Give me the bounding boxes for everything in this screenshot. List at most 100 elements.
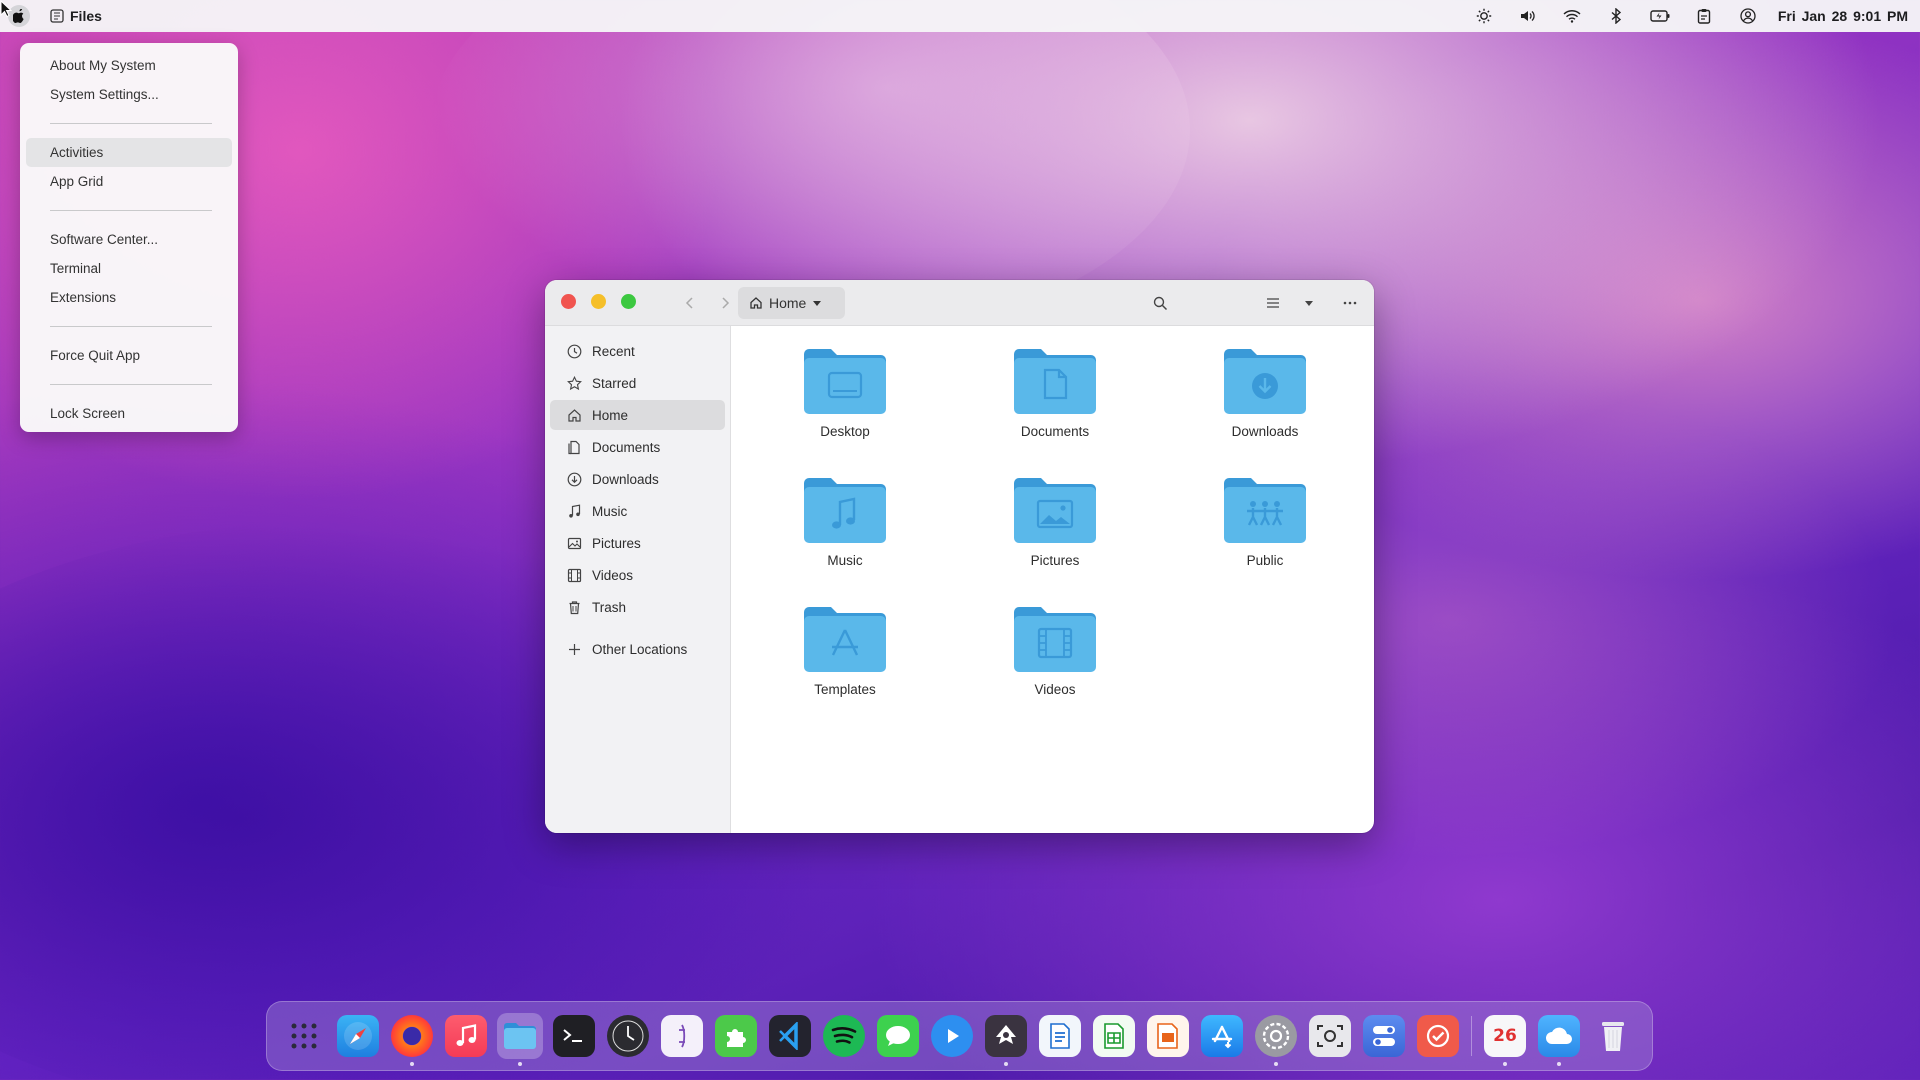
trash-icon bbox=[1602, 1022, 1624, 1051]
battery-icon[interactable] bbox=[1638, 0, 1682, 32]
list-view-button[interactable] bbox=[1258, 289, 1288, 317]
camera-icon bbox=[1317, 1025, 1343, 1047]
dock-app-store[interactable] bbox=[1201, 1015, 1243, 1057]
dock-text-editor[interactable] bbox=[661, 1015, 703, 1057]
sidebar-item-label: Trash bbox=[592, 599, 627, 615]
code-editor-icon bbox=[779, 1022, 798, 1050]
gear-icon bbox=[1262, 1022, 1290, 1050]
dock-tweaks[interactable] bbox=[1363, 1015, 1405, 1057]
more-menu-button[interactable] bbox=[1335, 289, 1365, 317]
desktop-folder-icon bbox=[804, 349, 886, 414]
menu-item-about[interactable]: About My System bbox=[26, 51, 232, 80]
dock-safari[interactable] bbox=[337, 1015, 379, 1057]
dock-calc[interactable] bbox=[1093, 1015, 1135, 1057]
dock-extensions[interactable] bbox=[715, 1015, 757, 1057]
sidebar-item-starred[interactable]: Starred bbox=[550, 368, 725, 398]
sidebar-item-documents[interactable]: Documents bbox=[550, 432, 725, 462]
back-button[interactable] bbox=[677, 291, 703, 315]
dock-files[interactable] bbox=[497, 1013, 543, 1066]
dock-calendar[interactable]: 26 bbox=[1484, 1015, 1526, 1066]
menu-item-lock-screen[interactable]: Lock Screen bbox=[26, 399, 232, 428]
sidebar-item-home[interactable]: Home bbox=[550, 400, 725, 430]
dock-terminal[interactable] bbox=[553, 1015, 595, 1057]
folder-downloads[interactable]: Downloads bbox=[1195, 346, 1335, 439]
sidebar-item-other-locations[interactable]: Other Locations bbox=[550, 634, 725, 664]
app-store-icon bbox=[1211, 1025, 1233, 1049]
view-options-button[interactable] bbox=[1294, 289, 1324, 317]
plus-icon bbox=[566, 641, 582, 657]
maximize-button[interactable] bbox=[621, 294, 636, 309]
sidebar-item-label: Starred bbox=[592, 375, 637, 391]
wifi-icon[interactable] bbox=[1550, 0, 1594, 32]
folder-desktop[interactable]: Desktop bbox=[775, 346, 915, 439]
dock-video-player[interactable] bbox=[931, 1015, 973, 1057]
volume-icon[interactable] bbox=[1506, 0, 1550, 32]
home-icon bbox=[566, 407, 582, 423]
dock-separator bbox=[1471, 1016, 1472, 1056]
active-app-menu[interactable]: Files bbox=[50, 8, 102, 24]
dock-system-settings[interactable] bbox=[1255, 1015, 1297, 1066]
title-bar[interactable]: Home bbox=[545, 280, 1374, 326]
dock-impress[interactable] bbox=[1147, 1015, 1189, 1057]
sidebar-item-pictures[interactable]: Pictures bbox=[550, 528, 725, 558]
sidebar-item-label: Downloads bbox=[592, 471, 659, 487]
brightness-icon[interactable] bbox=[1462, 0, 1506, 32]
dock-app-grid[interactable] bbox=[283, 1015, 325, 1057]
path-bar-home[interactable]: Home bbox=[738, 287, 845, 319]
files-window: Home Recent Starred Home Documents Downl… bbox=[545, 280, 1374, 833]
dock-clock[interactable] bbox=[607, 1015, 649, 1057]
clock[interactable]: Fri Jan 28 9:01 PM bbox=[1778, 8, 1908, 24]
folder-documents[interactable]: Documents bbox=[985, 346, 1125, 439]
menu-item-system-settings[interactable]: System Settings... bbox=[26, 80, 232, 109]
menu-item-app-grid[interactable]: App Grid bbox=[26, 167, 232, 196]
search-button[interactable] bbox=[1145, 289, 1175, 317]
sidebar-item-label: Recent bbox=[592, 343, 635, 359]
documents-folder-icon bbox=[1014, 349, 1096, 414]
top-bar: Files Fri Jan 28 9:01 PM bbox=[0, 0, 1920, 32]
sidebar-item-downloads[interactable]: Downloads bbox=[550, 464, 725, 494]
folder-pictures[interactable]: Pictures bbox=[985, 475, 1125, 568]
dock-music[interactable] bbox=[445, 1015, 487, 1057]
close-button[interactable] bbox=[561, 294, 576, 309]
sidebar-item-music[interactable]: Music bbox=[550, 496, 725, 526]
menu-item-activities[interactable]: Activities bbox=[26, 138, 232, 167]
sidebar-item-videos[interactable]: Videos bbox=[550, 560, 725, 590]
caret-down-icon bbox=[1305, 301, 1313, 306]
menu-item-force-quit[interactable]: Force Quit App bbox=[26, 341, 232, 370]
menu-item-terminal[interactable]: Terminal bbox=[26, 254, 232, 283]
inkscape-icon bbox=[996, 1025, 1016, 1044]
sidebar-item-label: Videos bbox=[592, 567, 634, 583]
active-app-name: Files bbox=[70, 8, 102, 24]
dock-screenshot[interactable] bbox=[1309, 1015, 1351, 1057]
dock-firefox[interactable] bbox=[391, 1015, 433, 1066]
folder-videos[interactable]: Videos bbox=[985, 604, 1125, 697]
minimize-button[interactable] bbox=[591, 294, 606, 309]
user-icon[interactable] bbox=[1726, 0, 1770, 32]
dock-writer[interactable] bbox=[1039, 1015, 1081, 1057]
public-folder-icon bbox=[1224, 478, 1306, 543]
document-icon bbox=[566, 439, 582, 455]
caret-down-icon bbox=[813, 301, 822, 306]
folder-music[interactable]: Music bbox=[775, 475, 915, 568]
folder-templates[interactable]: Templates bbox=[775, 604, 915, 697]
menu-item-extensions[interactable]: Extensions bbox=[26, 283, 232, 312]
sidebar-item-trash[interactable]: Trash bbox=[550, 592, 725, 622]
dock-weather[interactable] bbox=[1538, 1015, 1580, 1066]
mouse-cursor-icon bbox=[0, 0, 12, 18]
sidebar-item-recent[interactable]: Recent bbox=[550, 336, 725, 366]
dock-spotify[interactable] bbox=[823, 1015, 865, 1057]
folder-label: Documents bbox=[1020, 424, 1090, 439]
trash-icon bbox=[566, 599, 582, 615]
dock-tasks[interactable] bbox=[1417, 1015, 1459, 1057]
calendar-day: 26 bbox=[1493, 1026, 1517, 1046]
menu-item-software-center[interactable]: Software Center... bbox=[26, 225, 232, 254]
dock-inkscape[interactable] bbox=[985, 1015, 1027, 1066]
dock-vscode[interactable] bbox=[769, 1015, 811, 1057]
dock-trash[interactable] bbox=[1592, 1015, 1634, 1057]
folder-public[interactable]: Public bbox=[1195, 475, 1335, 568]
forward-button[interactable] bbox=[712, 291, 738, 315]
dock-messages[interactable] bbox=[877, 1015, 919, 1057]
clipboard-icon[interactable] bbox=[1682, 0, 1726, 32]
film-icon bbox=[566, 567, 582, 583]
bluetooth-icon[interactable] bbox=[1594, 0, 1638, 32]
